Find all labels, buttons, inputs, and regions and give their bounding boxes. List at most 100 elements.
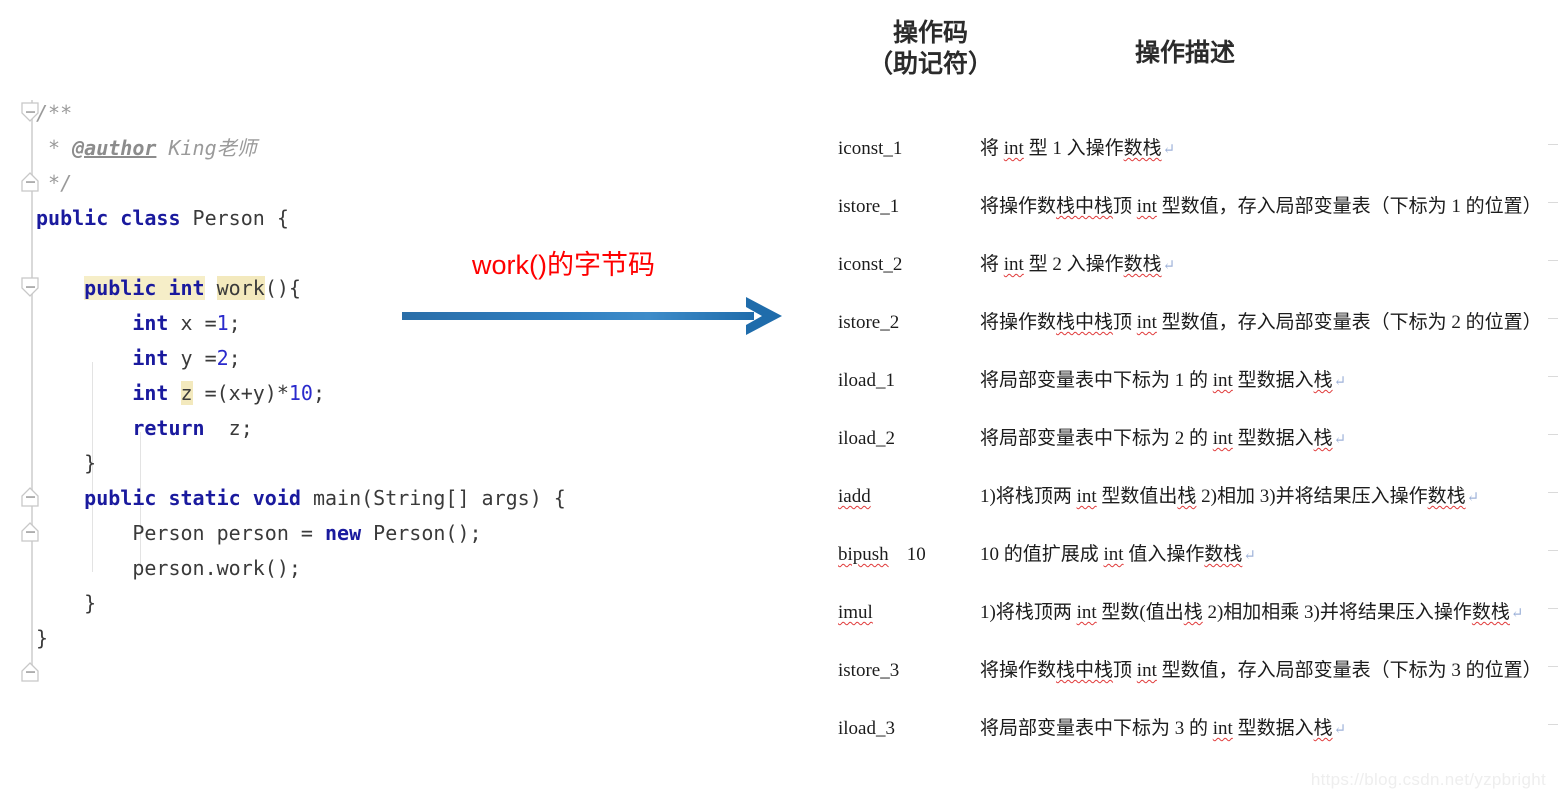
description-segment: 型数值，存入局部变量表（下标为 3 的位置） — [1156, 660, 1542, 681]
opcode-cell: iconst_2 — [838, 252, 902, 278]
description-cell: 将局部变量表中下标为 3 的 int 型数据入栈↵ — [980, 716, 1346, 743]
code-line: /** — [36, 96, 566, 131]
description-segment: int — [1103, 544, 1124, 565]
row-edge-tick — [1548, 724, 1558, 725]
code-token: y = — [168, 346, 217, 370]
code-line: int z =(x+y)*10; — [36, 376, 566, 411]
column-header-opcode: 操作码 （助记符） — [867, 19, 993, 78]
description-cell: 将操作数栈中栈顶 int 型数值，存入局部变量表（下标为 1 的位置） — [980, 194, 1542, 220]
description-segment: 型数值，存入局部变量表（下标为 2 的位置） — [1156, 312, 1542, 333]
description-segment: 栈中栈 — [1056, 660, 1114, 681]
opcode-cell: bipush 10 — [838, 542, 926, 568]
description-segment: 型数据入 — [1232, 428, 1314, 449]
opcode-mnemonic: iadd — [838, 486, 871, 507]
description-segment: int — [1136, 660, 1157, 681]
description-segment: 将局部变量表中下标为 1 的 — [980, 370, 1213, 391]
slide-canvas: /** * @author King老师 */ public class Pers… — [0, 0, 1562, 800]
opcode-reference-table: 操作码 （助记符） 操作描述 iconst_1 将 int 型 1 入操作数栈↵ i… — [800, 0, 1562, 800]
row-edge-tick — [1548, 550, 1558, 551]
table-row: iconst_2 将 int 型 2 入操作数栈↵ — [800, 244, 1562, 302]
code-token: } — [36, 626, 49, 650]
code-token: z — [180, 381, 193, 405]
description-segment: int — [1003, 138, 1024, 159]
row-edge-tick — [1548, 318, 1558, 319]
row-edge-tick — [1548, 434, 1558, 435]
opcode-mnemonic: bipush — [838, 544, 889, 565]
description-segment: 型数值，存入局部变量表（下标为 1 的位置） — [1156, 196, 1542, 217]
code-token: ; — [228, 346, 241, 370]
paragraph-mark-icon: ↵ — [1333, 374, 1347, 390]
code-line: } — [36, 586, 566, 621]
opcode-cell: istore_3 — [838, 658, 899, 684]
table-row: iload_1 将局部变量表中下标为 1 的 int 型数据入栈↵ — [800, 360, 1562, 418]
description-cell: 将操作数栈中栈顶 int 型数值，存入局部变量表（下标为 3 的位置） — [980, 658, 1542, 684]
code-token: 2 — [216, 346, 229, 370]
description-segment: 2)相加相乘 3)并将结果压入操作 — [1202, 602, 1472, 623]
code-token: */ — [36, 171, 73, 195]
table-row: bipush 10 10 的值扩展成 int 值入操作数栈↵ — [800, 534, 1562, 592]
source-watermark: https://blog.csdn.net/yzpbright — [1310, 770, 1546, 789]
table-row: imul 1)将栈顶两 int 型数(值出栈 2)相加相乘 3)并将结果压入操作数… — [800, 592, 1562, 650]
table-row: iload_2 将局部变量表中下标为 2 的 int 型数据入栈↵ — [800, 418, 1562, 476]
description-segment: 将操作数 — [980, 312, 1057, 333]
description-segment: 栈中栈 — [1056, 312, 1114, 333]
code-token: z; — [204, 416, 253, 440]
code-token: person.work(); — [132, 556, 301, 580]
row-edge-tick — [1548, 666, 1558, 667]
table-row: istore_2 将操作数栈中栈顶 int 型数值，存入局部变量表（下标为 2 的… — [800, 302, 1562, 360]
paragraph-mark-icon: ↵ — [1333, 722, 1347, 738]
description-segment: 2)相加 3)并将结果压入操作 — [1196, 486, 1428, 507]
description-segment: 栈 — [1183, 602, 1203, 623]
code-token: main(String[] args) { — [300, 486, 566, 510]
description-segment: 将 — [980, 254, 1004, 275]
table-row: istore_1 将操作数栈中栈顶 int 型数值，存入局部变量表（下标为 1 的… — [800, 186, 1562, 244]
code-line: Person person = new Person(); — [36, 516, 566, 551]
paragraph-mark-icon: ↵ — [1162, 142, 1176, 158]
row-edge-tick — [1548, 260, 1558, 261]
opcode-mnemonic: istore_1 — [838, 196, 900, 217]
opcode-mnemonic: istore_3 — [838, 660, 900, 681]
opcode-cell: iload_1 — [838, 368, 895, 394]
annotation-label: work()的字节码 — [472, 250, 655, 280]
code-line: int y =2; — [36, 341, 566, 376]
code-token: =(x+y)* — [192, 381, 289, 405]
code-text[interactable]: /** * @author King老师 */ public class Pers… — [36, 96, 566, 656]
code-line: public class Person { — [36, 201, 566, 236]
fold-end-icon[interactable] — [21, 662, 43, 682]
opcode-cell: imul — [838, 600, 873, 626]
code-token: } — [84, 591, 97, 615]
description-segment: 将操作数 — [980, 196, 1057, 217]
description-segment: 将局部变量表中下标为 2 的 — [980, 428, 1213, 449]
code-token: (){ — [264, 276, 301, 300]
description-segment: int — [1136, 312, 1157, 333]
description-segment: 1)将栈顶两 — [980, 602, 1077, 623]
description-segment: int — [1076, 602, 1097, 623]
row-edge-tick — [1548, 144, 1558, 145]
description-segment: 值入操作 — [1123, 544, 1205, 565]
description-segment: 栈 — [1313, 428, 1333, 449]
code-token: public int — [84, 276, 205, 300]
code-token: x = — [168, 311, 217, 335]
table-row: iload_3 将局部变量表中下标为 3 的 int 型数据入栈↵ — [800, 708, 1562, 766]
opcode-row-group: iconst_1 将 int 型 1 入操作数栈↵ istore_1 将操作数栈中栈顶… — [800, 128, 1562, 766]
paragraph-mark-icon: ↵ — [1510, 606, 1524, 622]
right-arrow-icon — [402, 297, 782, 335]
column-header-description: 操作描述 — [1134, 39, 1235, 67]
description-segment: 栈 — [1313, 370, 1333, 391]
description-segment: 栈中栈 — [1056, 196, 1114, 217]
code-token: int — [132, 311, 169, 335]
description-segment: 顶 — [1113, 196, 1137, 217]
description-segment: 栈 — [1177, 486, 1197, 507]
code-line: * @author King老师 — [36, 131, 566, 166]
code-token: new — [324, 521, 362, 545]
code-token: } — [84, 451, 97, 475]
code-token: return — [132, 416, 205, 440]
code-line: public static void main(String[] args) { — [36, 481, 566, 516]
table-row: istore_3 将操作数栈中栈顶 int 型数值，存入局部变量表（下标为 3 的… — [800, 650, 1562, 708]
description-cell: 将 int 型 1 入操作数栈↵ — [980, 136, 1175, 163]
description-segment: int — [1212, 370, 1233, 391]
code-token: @author — [72, 136, 157, 160]
opcode-operand: 10 — [906, 544, 926, 565]
code-token: Person(); — [361, 521, 482, 545]
